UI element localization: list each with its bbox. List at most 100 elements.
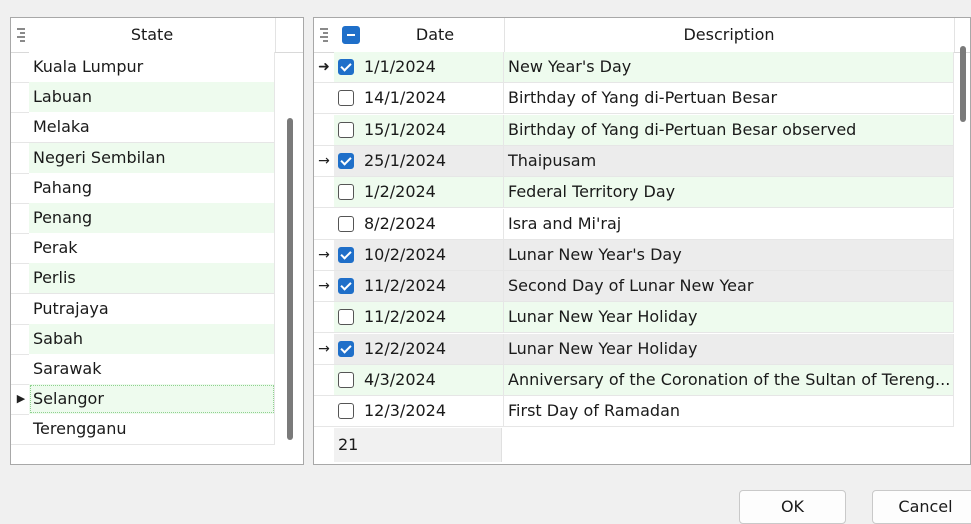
- holiday-row[interactable]: → 11/2/2024 Second Day of Lunar New Year: [314, 271, 954, 303]
- state-name-cell: Perak: [29, 233, 275, 264]
- state-name-cell: Melaka: [29, 112, 275, 143]
- row-indicator: [11, 294, 31, 324]
- holiday-row[interactable]: → 25/1/2024 Thaipusam: [314, 145, 954, 177]
- date-cell[interactable]: 1/1/2024: [334, 52, 504, 82]
- column-chooser-icon[interactable]: [320, 28, 328, 42]
- holiday-row[interactable]: → 12/2/2024 Lunar New Year Holiday: [314, 333, 954, 365]
- holiday-row[interactable]: ➜ 1/1/2024 New Year's Day: [314, 52, 954, 83]
- column-chooser-icon[interactable]: [17, 28, 25, 42]
- ok-button[interactable]: OK: [739, 490, 846, 524]
- date-cell[interactable]: 12/2/2024: [334, 333, 504, 364]
- date-text: 1/1/2024: [364, 57, 436, 76]
- row-indicator: [11, 173, 31, 203]
- date-cell[interactable]: 11/2/2024: [334, 271, 504, 302]
- state-name-cell: Putrajaya: [29, 293, 275, 324]
- date-text: 10/2/2024: [364, 244, 447, 264]
- description-cell: Lunar New Year's Day: [504, 239, 954, 270]
- state-row[interactable]: Perak: [11, 233, 275, 265]
- state-name-cell: Perlis: [29, 263, 275, 294]
- row-indicator: [314, 115, 334, 145]
- date-cell[interactable]: 1/2/2024: [334, 177, 504, 208]
- state-row[interactable]: Pahang: [11, 172, 275, 204]
- state-header-row: State: [11, 18, 303, 53]
- cancel-button[interactable]: Cancel: [872, 490, 971, 524]
- state-row[interactable]: Penang: [11, 203, 275, 234]
- date-text: 1/2/2024: [364, 182, 436, 202]
- date-text: 4/3/2024: [364, 370, 436, 389]
- description-cell: Birthday of Yang di-Pertuan Besar observ…: [504, 114, 954, 145]
- row-checkbox[interactable]: [338, 403, 354, 420]
- state-row[interactable]: ▶ Selangor: [11, 384, 275, 416]
- state-row[interactable]: Labuan: [11, 82, 275, 114]
- holiday-scrollbar[interactable]: [960, 46, 966, 122]
- row-checkbox[interactable]: [338, 340, 354, 357]
- row-checkbox[interactable]: [338, 215, 354, 232]
- state-name-cell: Sabah: [29, 323, 275, 354]
- row-indicator: [11, 112, 31, 142]
- date-cell[interactable]: 25/1/2024: [334, 145, 504, 176]
- description-cell: New Year's Day: [504, 52, 954, 82]
- select-all-checkbox[interactable]: [342, 26, 360, 44]
- row-indicator: [314, 209, 334, 239]
- selected-row-arrow-icon: →: [318, 152, 330, 169]
- row-checkbox[interactable]: [338, 372, 354, 388]
- row-count-summary: 21: [334, 428, 502, 462]
- holiday-row[interactable]: → 10/2/2024 Lunar New Year's Day: [314, 239, 954, 271]
- date-cell[interactable]: 4/3/2024: [334, 365, 504, 395]
- holiday-row[interactable]: 4/3/2024 Anniversary of the Coronation of…: [314, 365, 954, 396]
- state-name-cell: Pahang: [29, 172, 275, 203]
- date-cell[interactable]: 8/2/2024: [334, 208, 504, 239]
- description-cell: Isra and Mi'raj: [504, 208, 954, 239]
- description-cell: Second Day of Lunar New Year: [504, 271, 954, 302]
- date-cell[interactable]: 14/1/2024: [334, 83, 504, 114]
- state-row[interactable]: Sabah: [11, 323, 275, 355]
- state-row[interactable]: Sarawak: [11, 354, 275, 385]
- state-row[interactable]: Perlis: [11, 263, 275, 295]
- description-cell: Lunar New Year Holiday: [504, 302, 954, 333]
- row-checkbox[interactable]: [338, 121, 354, 138]
- date-cell[interactable]: 12/3/2024: [334, 396, 504, 427]
- description-cell: Thaipusam: [504, 145, 954, 176]
- holiday-row[interactable]: 11/2/2024 Lunar New Year Holiday: [314, 302, 954, 334]
- state-grid[interactable]: State Kuala Lumpur Labuan Melaka Negeri Sem…: [10, 17, 304, 465]
- date-cell[interactable]: 11/2/2024: [334, 302, 504, 333]
- state-column-header[interactable]: State: [29, 18, 276, 52]
- date-text: 11/2/2024: [364, 307, 447, 327]
- focused-row-arrow-icon: ➜: [318, 59, 330, 75]
- holiday-row[interactable]: 15/1/2024 Birthday of Yang di-Pertuan Bes…: [314, 114, 954, 146]
- row-indicator: [11, 82, 31, 112]
- row-checkbox[interactable]: [338, 90, 354, 107]
- state-name-cell: Terengganu: [29, 414, 275, 445]
- selected-row-arrow-icon: →: [318, 246, 330, 263]
- selected-row-arrow-icon: →: [318, 340, 330, 357]
- date-text: 15/1/2024: [364, 119, 447, 139]
- holiday-row[interactable]: 8/2/2024 Isra and Mi'raj: [314, 208, 954, 240]
- row-indicator: [11, 263, 31, 293]
- row-checkbox[interactable]: [338, 59, 354, 75]
- state-row[interactable]: Melaka: [11, 112, 275, 144]
- date-text: 12/2/2024: [364, 338, 447, 358]
- state-row[interactable]: Negeri Sembilan: [11, 142, 275, 174]
- state-row[interactable]: Terengganu: [11, 414, 275, 446]
- row-indicator: [314, 365, 334, 395]
- description-column-header[interactable]: Description: [504, 18, 955, 52]
- date-column-header[interactable]: Date: [366, 18, 505, 52]
- holiday-row[interactable]: 12/3/2024 First Day of Ramadan: [314, 396, 954, 428]
- holiday-grid[interactable]: Date Description ➜ 1/1/2024 New Year's Day…: [313, 17, 971, 465]
- description-cell: Birthday of Yang di-Pertuan Besar: [504, 83, 954, 114]
- row-indicator: [11, 203, 31, 233]
- row-checkbox[interactable]: [338, 246, 354, 263]
- row-checkbox[interactable]: [338, 152, 354, 169]
- state-row[interactable]: Putrajaya: [11, 293, 275, 325]
- date-text: 12/3/2024: [364, 401, 447, 421]
- row-checkbox[interactable]: [338, 184, 354, 201]
- row-checkbox[interactable]: [338, 309, 354, 326]
- summary-footer: 21: [314, 428, 954, 462]
- state-scrollbar[interactable]: [287, 118, 293, 440]
- holiday-row[interactable]: 14/1/2024 Birthday of Yang di-Pertuan Bes…: [314, 83, 954, 115]
- date-cell[interactable]: 10/2/2024: [334, 239, 504, 270]
- holiday-row[interactable]: 1/2/2024 Federal Territory Day: [314, 177, 954, 209]
- row-checkbox[interactable]: [338, 278, 354, 295]
- state-row[interactable]: Kuala Lumpur: [11, 52, 275, 83]
- date-cell[interactable]: 15/1/2024: [334, 114, 504, 145]
